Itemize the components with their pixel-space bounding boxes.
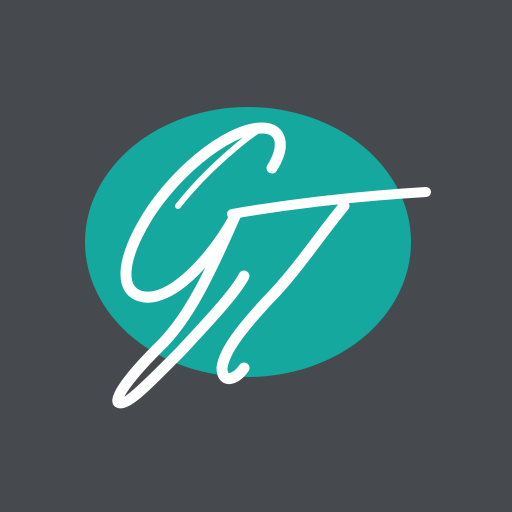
app-icon [0,0,512,512]
logo [0,0,512,512]
